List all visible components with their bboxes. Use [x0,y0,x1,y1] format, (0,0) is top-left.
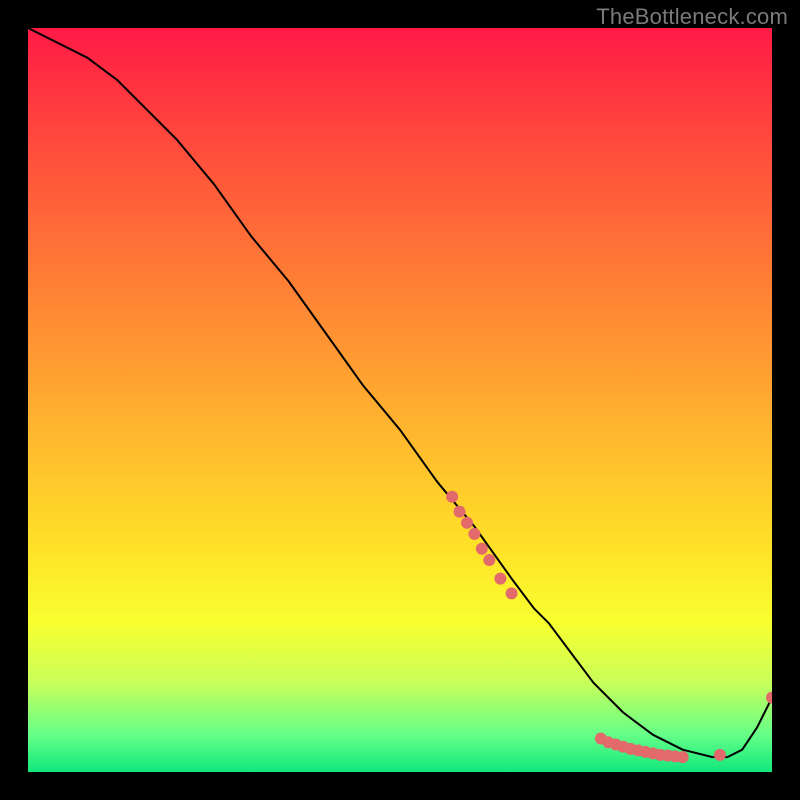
plot-area [28,28,772,772]
curve-marker [766,692,772,704]
curve-marker [677,751,689,763]
chart-frame: TheBottleneck.com [0,0,800,800]
curve-marker [476,543,488,555]
watermark-text: TheBottleneck.com [596,4,788,30]
curve-marker [483,554,495,566]
bottleneck-curve [28,28,772,757]
curve-marker [461,517,473,529]
plot-svg [28,28,772,772]
curve-marker [714,749,726,761]
curve-markers [446,491,772,763]
curve-marker [506,587,518,599]
curve-marker [454,506,466,518]
curve-marker [468,528,480,540]
curve-marker [494,573,506,585]
curve-marker [446,491,458,503]
